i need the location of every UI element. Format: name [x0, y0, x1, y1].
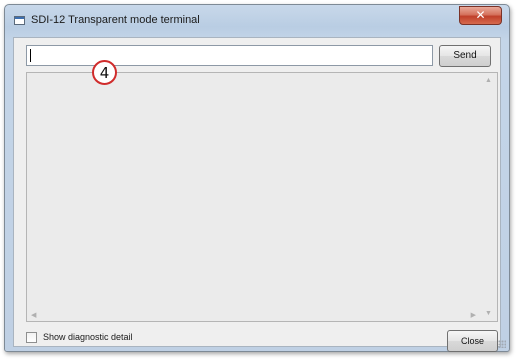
show-diagnostic-label[interactable]: Show diagnostic detail [43, 331, 133, 344]
window-title: SDI-12 Transparent mode terminal [31, 14, 200, 26]
title-bar[interactable]: SDI-12 Transparent mode terminal ✕ [5, 5, 509, 37]
dialog-client-area: Send ▲ ▼ ◀ ▶ Show diagnostic detail Clos… [13, 37, 501, 352]
scroll-down-icon[interactable]: ▼ [484, 310, 493, 317]
resize-grip[interactable] [498, 340, 506, 348]
scroll-up-icon[interactable]: ▲ [484, 77, 493, 84]
close-icon: ✕ [475, 8, 486, 22]
app-window-icon [14, 16, 25, 25]
terminal-dialog: SDI-12 Transparent mode terminal ✕ Send … [4, 4, 510, 352]
callout-badge: 4 [92, 60, 117, 85]
scroll-right-icon[interactable]: ▶ [471, 311, 476, 319]
text-caret [30, 49, 31, 62]
output-textarea[interactable]: ▲ ▼ ◀ ▶ [26, 72, 498, 322]
window-close-button[interactable]: ✕ [459, 6, 502, 25]
show-diagnostic-checkbox[interactable] [26, 332, 37, 343]
vertical-scrollbar[interactable]: ▲ ▼ [480, 73, 497, 321]
close-button[interactable]: Close [447, 330, 498, 352]
command-input[interactable] [26, 45, 433, 66]
scroll-left-icon[interactable]: ◀ [31, 311, 36, 319]
send-button[interactable]: Send [439, 45, 491, 67]
